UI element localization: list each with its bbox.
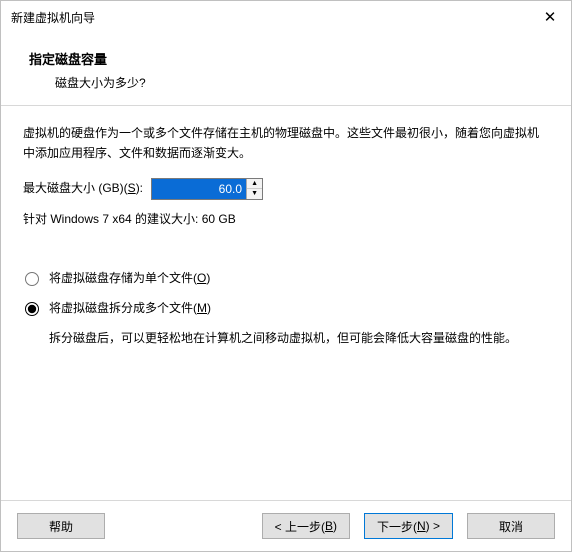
cancel-button[interactable]: 取消 bbox=[467, 513, 555, 539]
window-title: 新建虚拟机向导 bbox=[11, 9, 529, 26]
spinner-up-button[interactable]: ▲ bbox=[247, 179, 262, 190]
content-area: 虚拟机的硬盘作为一个或多个文件存储在主机的物理磁盘中。这些文件最初很小，随着您向… bbox=[1, 106, 571, 500]
disk-size-input[interactable] bbox=[152, 179, 246, 199]
radio-split-files[interactable]: 将虚拟磁盘拆分成多个文件(M) bbox=[23, 299, 549, 319]
wizard-footer: 帮助 < 上一步(B) 下一步(N) > 取消 bbox=[1, 500, 571, 551]
disk-size-spinner: ▲ ▼ bbox=[151, 178, 263, 200]
radio-split-files-label: 将虚拟磁盘拆分成多个文件(M) bbox=[49, 299, 211, 319]
page-subheading: 磁盘大小为多少? bbox=[29, 74, 543, 91]
radio-single-file[interactable]: 将虚拟磁盘存储为单个文件(O) bbox=[23, 269, 549, 289]
wizard-header: 指定磁盘容量 磁盘大小为多少? bbox=[1, 33, 571, 105]
help-button[interactable]: 帮助 bbox=[17, 513, 105, 539]
titlebar: 新建虚拟机向导 ✕ bbox=[1, 1, 571, 33]
nav-button-group: < 上一步(B) 下一步(N) > 取消 bbox=[262, 513, 555, 539]
radio-single-file-label: 将虚拟磁盘存储为单个文件(O) bbox=[49, 269, 210, 289]
next-button[interactable]: 下一步(N) > bbox=[364, 513, 453, 539]
page-heading: 指定磁盘容量 bbox=[29, 49, 543, 68]
wizard-window: 新建虚拟机向导 ✕ 指定磁盘容量 磁盘大小为多少? 虚拟机的硬盘作为一个或多个文… bbox=[0, 0, 572, 552]
disk-size-row: 最大磁盘大小 (GB)(S): ▲ ▼ bbox=[23, 178, 549, 200]
recommended-size-text: 针对 Windows 7 x64 的建议大小: 60 GB bbox=[23, 210, 549, 230]
spinner-down-button[interactable]: ▼ bbox=[247, 189, 262, 199]
back-button[interactable]: < 上一步(B) bbox=[262, 513, 350, 539]
radio-single-file-input[interactable] bbox=[25, 272, 39, 286]
radio-split-files-input[interactable] bbox=[25, 302, 39, 316]
chevron-up-icon: ▲ bbox=[251, 180, 258, 187]
close-button[interactable]: ✕ bbox=[529, 1, 571, 33]
radio-split-note: 拆分磁盘后，可以更轻松地在计算机之间移动虚拟机，但可能会降低大容量磁盘的性能。 bbox=[49, 329, 549, 349]
disk-size-label: 最大磁盘大小 (GB)(S): bbox=[23, 179, 143, 199]
spinner-buttons: ▲ ▼ bbox=[246, 179, 262, 199]
close-icon: ✕ bbox=[544, 8, 557, 26]
description-text: 虚拟机的硬盘作为一个或多个文件存储在主机的物理磁盘中。这些文件最初很小，随着您向… bbox=[23, 124, 549, 164]
chevron-down-icon: ▼ bbox=[251, 190, 258, 197]
